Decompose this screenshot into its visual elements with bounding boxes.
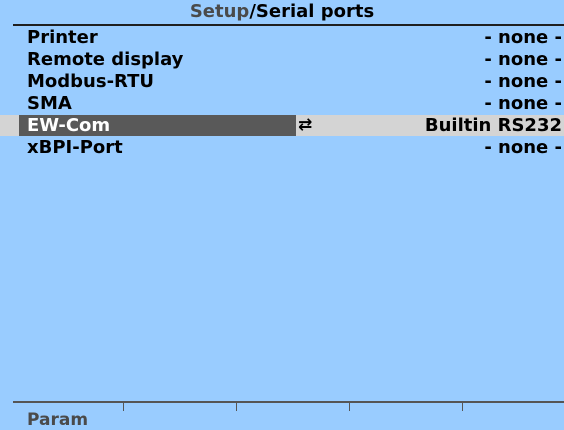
row-label: SMA xyxy=(27,93,72,114)
row-value: - none - xyxy=(484,71,562,92)
selected-label-cell: EW-Com xyxy=(19,115,296,136)
screen-title: Setup/Serial ports xyxy=(0,0,564,23)
softkey-separator xyxy=(236,401,237,411)
list-item-sma[interactable]: SMA - none - xyxy=(0,93,564,114)
row-label: Modbus-RTU xyxy=(27,71,154,92)
list-item-printer[interactable]: Printer - none - xyxy=(0,27,564,48)
softkey-param-button[interactable]: Param xyxy=(27,410,88,430)
title-divider xyxy=(13,24,564,26)
row-value[interactable]: Builtin RS232 xyxy=(425,115,562,136)
list-item-remote-display[interactable]: Remote display - none - xyxy=(0,49,564,70)
swap-arrows-icon[interactable]: ⇄ xyxy=(298,115,312,136)
row-label: EW-Com xyxy=(27,115,111,136)
row-value: - none - xyxy=(484,93,562,114)
list-item-ew-com-selected[interactable]: EW-Com ⇄ Builtin RS232 xyxy=(0,115,564,136)
breadcrumb-separator: / xyxy=(249,1,256,22)
softkey-bar: Param xyxy=(0,401,564,430)
list-item-xbpi-port[interactable]: xBPI-Port - none - xyxy=(0,137,564,158)
list-item-modbus-rtu[interactable]: Modbus-RTU - none - xyxy=(0,71,564,92)
row-label: xBPI-Port xyxy=(27,137,123,158)
row-value: - none - xyxy=(484,137,562,158)
softkey-separator xyxy=(349,401,350,411)
breadcrumb-setup: Setup xyxy=(189,1,250,22)
softkey-divider xyxy=(13,401,564,403)
row-value: - none - xyxy=(484,27,562,48)
row-label: Remote display xyxy=(27,49,184,70)
softkey-separator xyxy=(123,401,124,411)
serial-port-list: Printer - none - Remote display - none -… xyxy=(0,27,564,159)
row-label: Printer xyxy=(27,27,98,48)
softkey-separator xyxy=(462,401,463,411)
page-title: Serial ports xyxy=(255,1,375,22)
row-value: - none - xyxy=(484,49,562,70)
